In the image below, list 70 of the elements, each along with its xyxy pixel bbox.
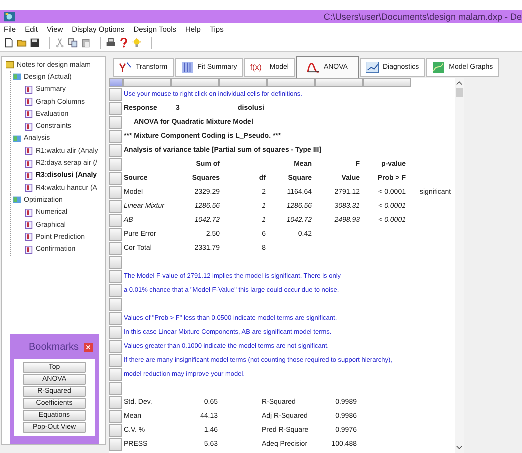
row-header-button[interactable] xyxy=(109,368,122,380)
open-folder-icon[interactable] xyxy=(17,38,27,48)
lightbulb-icon[interactable] xyxy=(132,38,142,48)
document-icon xyxy=(25,246,33,254)
row-header-button[interactable] xyxy=(109,172,122,184)
row-header-button[interactable] xyxy=(109,396,122,408)
row-header-button[interactable] xyxy=(109,438,122,450)
document-icon xyxy=(25,122,33,131)
document-icon xyxy=(25,160,33,168)
copy-icon[interactable] xyxy=(68,38,78,48)
row-header-button[interactable] xyxy=(109,130,122,142)
new-file-icon[interactable] xyxy=(4,38,14,48)
document-icon xyxy=(25,233,33,242)
curve-icon xyxy=(306,62,320,73)
close-icon[interactable] xyxy=(84,343,93,352)
row-header-button[interactable] xyxy=(109,144,122,156)
paste-icon[interactable] xyxy=(81,38,91,48)
row-header-button[interactable] xyxy=(109,312,122,324)
scroll-down-icon[interactable] xyxy=(456,445,463,451)
row-header-button[interactable] xyxy=(109,102,122,114)
column-header-button[interactable] xyxy=(315,78,363,87)
node-icon xyxy=(13,73,21,82)
row-header-button[interactable] xyxy=(109,242,122,254)
save-icon[interactable] xyxy=(30,38,40,48)
column-header-button[interactable] xyxy=(123,78,171,87)
vertical-scrollbar[interactable] xyxy=(455,78,464,453)
document-icon xyxy=(25,208,33,217)
print-icon[interactable] xyxy=(106,38,116,48)
row-header-button[interactable] xyxy=(109,340,122,352)
window-title: C:\Users\user\Documents\design malam.dxp - De xyxy=(324,12,522,22)
row-header-button[interactable] xyxy=(109,424,122,436)
row-header-button[interactable] xyxy=(109,298,122,310)
column-header-button[interactable] xyxy=(363,78,411,87)
row-header-button[interactable] xyxy=(109,116,122,128)
document-icon xyxy=(25,172,33,180)
row-header-button[interactable] xyxy=(109,186,122,198)
column-header-button[interactable] xyxy=(109,78,123,87)
folder-icon xyxy=(6,61,14,70)
row-header-button[interactable] xyxy=(109,200,122,212)
document-icon xyxy=(25,184,33,192)
document-icon xyxy=(25,110,33,118)
column-header-button[interactable] xyxy=(267,78,315,87)
app-icon xyxy=(4,12,15,22)
scroll-thumb[interactable] xyxy=(456,88,463,97)
row-header-button[interactable] xyxy=(109,158,122,170)
row-header-button[interactable] xyxy=(109,410,122,422)
row-header-button[interactable] xyxy=(109,382,122,394)
row-header-button[interactable] xyxy=(109,228,122,240)
node-icon xyxy=(13,196,21,204)
row-header-button[interactable] xyxy=(109,326,122,338)
row-header-button[interactable] xyxy=(109,270,122,282)
columns-icon xyxy=(180,62,194,72)
document-icon xyxy=(25,221,33,229)
document-icon xyxy=(25,147,33,156)
row-header-button[interactable] xyxy=(109,214,122,226)
bookmarks-title: Bookmarks xyxy=(28,342,79,353)
chart-icon xyxy=(119,62,132,72)
surface-icon xyxy=(432,62,446,72)
help-icon[interactable] xyxy=(119,38,129,48)
document-icon xyxy=(25,86,33,94)
row-header-button[interactable] xyxy=(109,354,122,366)
row-header-button[interactable] xyxy=(109,256,122,268)
column-header-button[interactable] xyxy=(219,78,267,87)
row-header-button[interactable] xyxy=(109,284,122,296)
node-icon xyxy=(13,134,21,143)
scroll-up-icon[interactable] xyxy=(456,80,463,86)
plot-icon xyxy=(366,62,379,72)
row-header-button[interactable] xyxy=(109,88,122,100)
document-icon xyxy=(25,98,33,106)
column-header-button[interactable] xyxy=(171,78,219,87)
